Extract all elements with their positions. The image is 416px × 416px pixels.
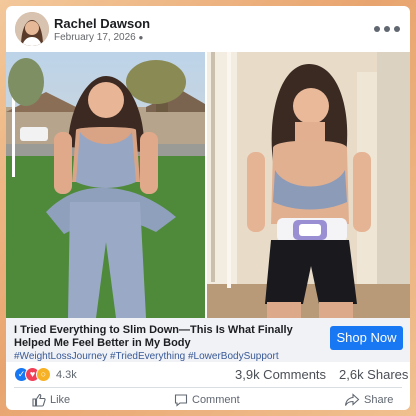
hashtags[interactable]: #WeightLossJourney #TriedEverything #Low… (14, 351, 314, 362)
wow-icon: ○ (36, 367, 51, 382)
post-card: Rachel Dawson February 17, 2026 ● I Trie… (6, 6, 410, 410)
post-date-text: February 17, 2026 (54, 32, 136, 43)
comment-label: Comment (192, 394, 240, 406)
after-photo[interactable] (207, 52, 410, 318)
share-button[interactable]: Share (344, 392, 393, 408)
post-date: February 17, 2026 ● (54, 32, 143, 43)
share-label: Share (364, 394, 394, 406)
author-name[interactable]: Rachel Dawson (54, 16, 150, 31)
post-header: Rachel Dawson February 17, 2026 ● (6, 6, 410, 52)
comment-button[interactable]: Comment (174, 392, 240, 408)
ellipsis-icon[interactable] (374, 24, 400, 34)
engagement-stats: ✓ ♥ ○ 4.3k 3,9k Comments 2,6k Shares (6, 364, 410, 384)
ad-title[interactable]: I Tried Everything to Slim Down—This Is … (14, 324, 314, 350)
like-label: Like (50, 394, 71, 406)
reaction-count[interactable]: 4.3k (56, 369, 77, 381)
ad-caption: I Tried Everything to Slim Down—This Is … (6, 318, 410, 362)
divider (14, 387, 402, 388)
avatar[interactable] (15, 12, 49, 46)
before-photo[interactable] (6, 52, 205, 318)
share-count[interactable]: 2,6k Shares (339, 367, 408, 382)
like-button[interactable]: Like (32, 392, 70, 408)
post-actions: Like Comment Share (6, 389, 410, 410)
comment-icon (174, 394, 188, 407)
thumbs-up-icon (32, 393, 46, 407)
shop-now-button[interactable]: Shop Now (330, 326, 403, 350)
before-after-photos[interactable] (6, 52, 410, 318)
share-icon (344, 393, 360, 406)
comment-count[interactable]: 3,9k Comments (235, 367, 326, 382)
globe-icon: ● (138, 33, 144, 42)
